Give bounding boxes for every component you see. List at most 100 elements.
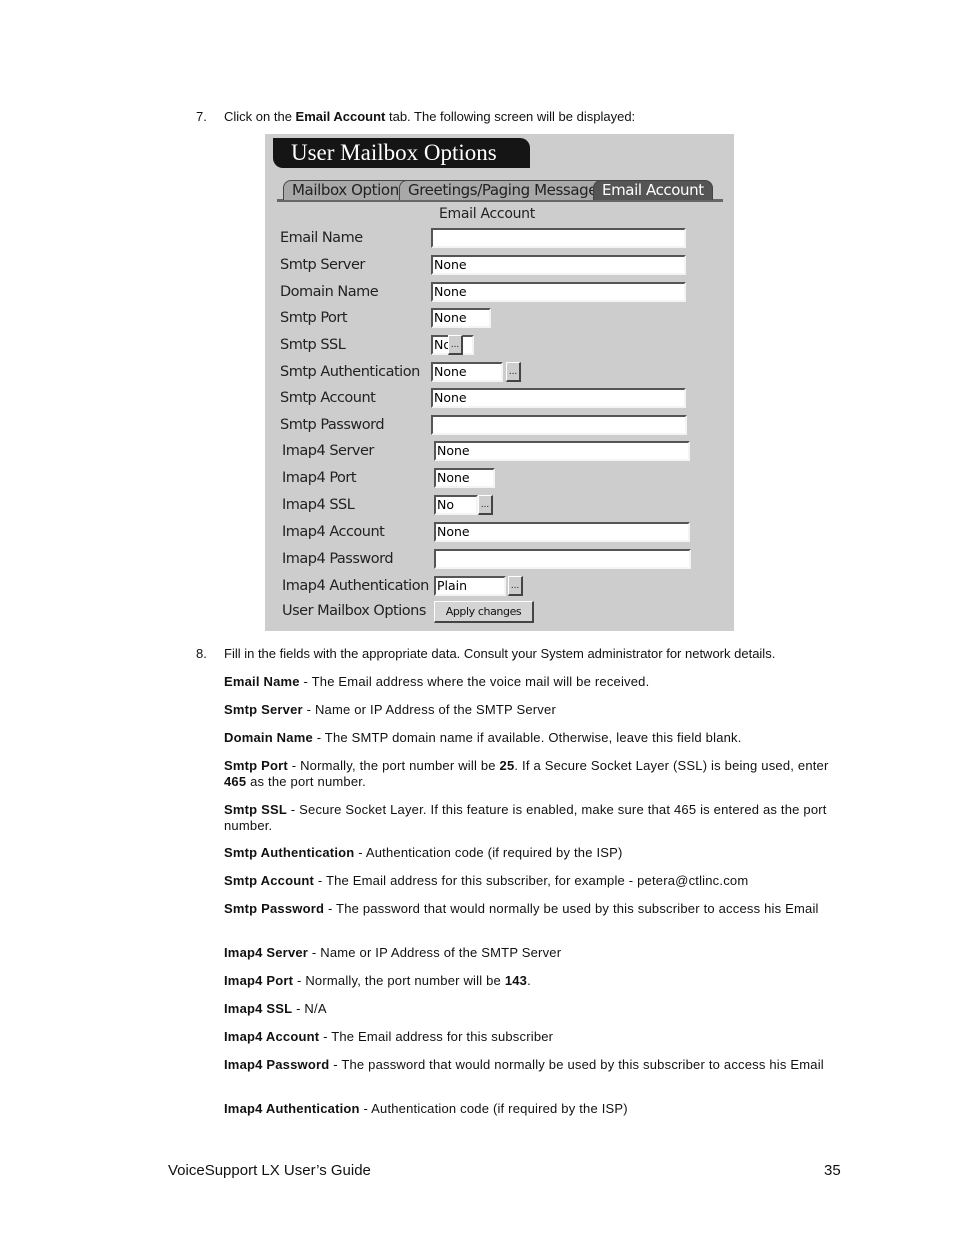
form-row-domain-name: Domain Name None [265,282,734,304]
field-label: Smtp Port [280,310,348,326]
imap4-authentication-input[interactable]: Plain [434,576,506,596]
step-text: Fill in the fields with the appropriate … [224,646,776,661]
tab-email-account[interactable]: Email Account [593,180,713,200]
field-label: Imap4 Server [282,443,374,459]
description-term: Smtp Server [224,702,303,717]
description-text: - The SMTP domain name if available. Oth… [312,730,742,745]
description-text: - Authentication code (if required by th… [354,845,623,860]
description-imap4-ssl: Imap4 SSL - N/A [224,1001,844,1017]
field-label: Smtp Authentication [280,364,420,380]
step-text-bold: Email Account [295,109,386,124]
description-text: . [527,973,531,988]
description-emphasis: 465 [224,773,247,789]
description-text: - Name or IP Address of the SMTP Server [302,702,556,717]
description-term: Smtp Port [224,758,288,773]
field-label: Imap4 Account [282,524,385,540]
form-row-smtp-ssl: Smtp SSL No... [265,335,734,357]
description-term: Imap4 Authentication [224,1101,360,1116]
smtp-ssl-picker-button[interactable]: ... [448,335,463,355]
description-term: Imap4 Account [224,1029,320,1044]
description-term: Smtp Password [224,901,325,916]
imap4-account-input[interactable]: None [434,522,690,542]
apply-changes-button[interactable]: Apply changes [434,601,534,623]
form-row-imap4-account: Imap4 Account None [265,522,734,544]
imap4-server-input[interactable]: None [434,441,690,461]
form-row-smtp-account: Smtp Account None [265,388,734,410]
step-text-pre: Click on the [224,109,296,124]
description-text: - The password that would normally be us… [324,901,819,916]
smtp-account-input[interactable]: None [431,388,686,408]
field-label: Email Name [280,230,363,246]
description-smtp-authentication: Smtp Authentication - Authentication cod… [224,845,844,861]
description-term: Smtp Account [224,873,315,888]
description-term: Imap4 Server [224,945,309,960]
description-term: Imap4 Port [224,973,294,988]
apply-row: User Mailbox Options Apply changes [265,601,734,623]
description-text: . If a Secure Socket Layer (SSL) is bein… [514,758,829,773]
smtp-password-input[interactable] [431,415,687,435]
description-smtp-port: Smtp Port - Normally, the port number wi… [224,758,844,789]
field-label: Imap4 SSL [282,497,355,513]
description-term: Smtp Authentication [224,845,355,860]
imap4-authentication-picker-button[interactable]: ... [508,576,523,596]
form-row-imap4-authentication: Imap4 Authentication Plain... [265,576,734,598]
footer-title: VoiceSupport LX User’s Guide [168,1162,371,1179]
screen-title: User Mailbox Options [291,140,497,165]
imap4-password-input[interactable] [434,549,691,569]
description-email-name: Email Name - The Email address where the… [224,674,844,690]
description-imap4-authentication: Imap4 Authentication - Authentication co… [224,1101,844,1117]
field-label: Imap4 Port [282,470,357,486]
field-label: Domain Name [280,284,379,300]
field-label: Imap4 Authentication [282,578,429,594]
smtp-authentication-input[interactable]: None [431,362,503,382]
smtp-port-input[interactable]: None [431,308,491,328]
imap4-ssl-picker-button[interactable]: ... [478,495,493,515]
form-row-imap4-password: Imap4 Password [265,549,734,571]
description-domain-name: Domain Name - The SMTP domain name if av… [224,730,844,746]
page-number: 35 [824,1162,841,1179]
field-label: Imap4 Password [282,551,394,567]
description-emphasis: 25 [499,758,515,773]
imap4-port-input[interactable]: None [434,468,495,488]
description-term: Imap4 Password [224,1057,330,1072]
description-text: - Normally, the port number will be [293,973,505,988]
field-label: Smtp Server [280,257,365,273]
description-imap4-password: Imap4 Password - The password that would… [224,1057,844,1073]
description-term: Email Name [224,674,300,689]
description-text: - N/A [292,1001,327,1016]
user-mailbox-options-screenshot: User Mailbox Options Mailbox Options Gre… [265,134,734,631]
description-text: - The Email address for this subscriber,… [314,873,749,888]
smtp-authentication-picker-button[interactable]: ... [506,362,521,382]
tab-mailbox-options[interactable]: Mailbox Options [283,180,416,200]
description-text: - The Email address for this subscriber [319,1029,554,1044]
step-number: 7. [196,109,207,124]
description-term: Imap4 SSL [224,1001,293,1016]
tab-greetings-paging[interactable]: Greetings/Paging Message [399,180,607,200]
domain-name-input[interactable]: None [431,282,686,302]
form-row-imap4-ssl: Imap4 SSL No... [265,495,734,517]
title-bar: User Mailbox Options [273,138,530,168]
email-name-input[interactable] [431,228,686,248]
description-text: - Name or IP Address of the SMTP Server [308,945,562,960]
field-label: Smtp Account [280,390,376,406]
description-term: Domain Name [224,730,313,745]
form-row-smtp-authentication: Smtp Authentication None... [265,362,734,384]
form-row-imap4-port: Imap4 Port None [265,468,734,490]
smtp-server-input[interactable]: None [431,255,686,275]
description-text: - The password that would normally be us… [329,1057,824,1072]
form-row-imap4-server: Imap4 Server None [265,441,734,463]
field-label: Smtp Password [280,417,385,433]
description-text: - The Email address where the voice mail… [299,674,650,689]
description-imap4-port: Imap4 Port - Normally, the port number w… [224,973,844,989]
description-text: - Normally, the port number will be [287,758,500,773]
description-smtp-account: Smtp Account - The Email address for thi… [224,873,844,889]
description-smtp-password: Smtp Password - The password that would … [224,901,844,917]
description-term: Smtp SSL [224,802,287,817]
description-text: as the port number. [246,773,366,789]
description-imap4-server: Imap4 Server - Name or IP Address of the… [224,945,844,961]
description-smtp-server: Smtp Server - Name or IP Address of the … [224,702,844,718]
description-text: - Authentication code (if required by th… [359,1101,628,1116]
section-label: Email Account [439,206,535,222]
imap4-ssl-input[interactable]: No [434,495,478,515]
apply-row-label: User Mailbox Options [282,603,426,619]
